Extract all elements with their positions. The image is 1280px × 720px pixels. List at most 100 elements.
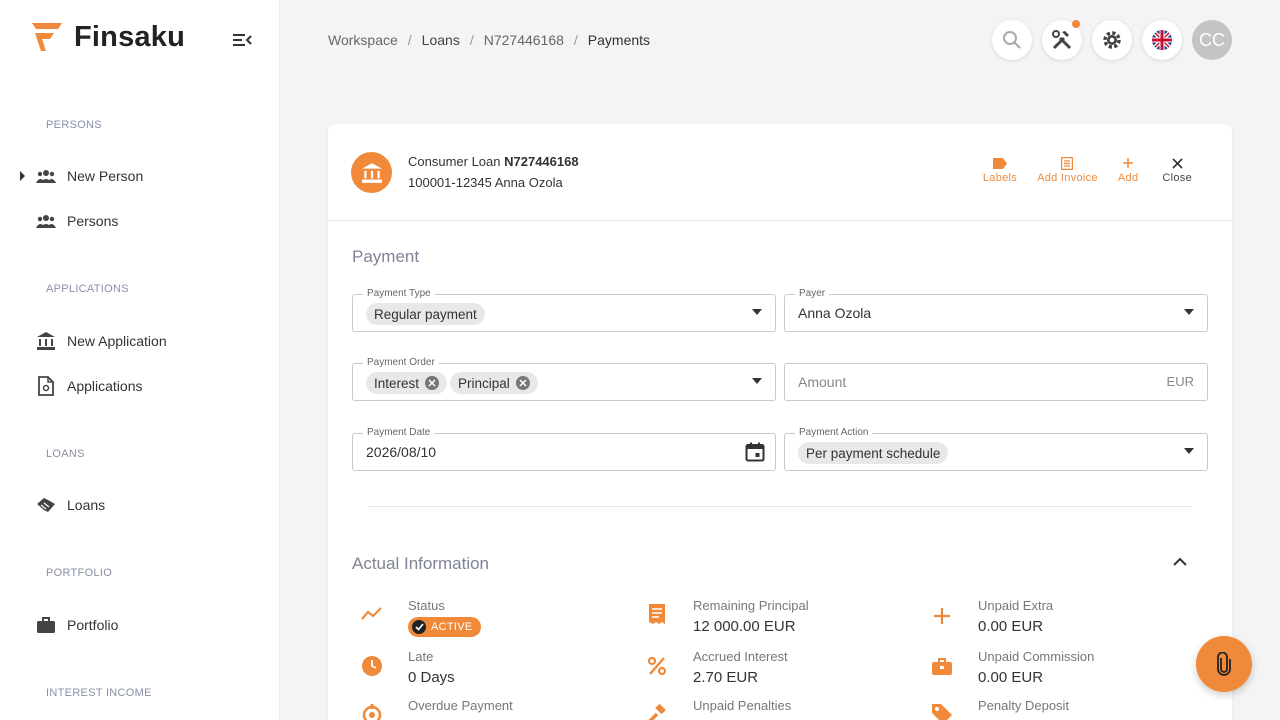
status-label: Status bbox=[408, 598, 445, 613]
payment-date-label: Payment Date bbox=[363, 427, 435, 439]
breadcrumb: Workspace / Loans / N727446168 / Payment… bbox=[328, 32, 650, 48]
gear-icon bbox=[1103, 31, 1121, 49]
add-invoice-label: Add Invoice bbox=[1037, 172, 1098, 184]
loan-actions: Labels Add Invoice Add Close bbox=[983, 154, 1192, 184]
logo[interactable]: Finsaku bbox=[30, 20, 185, 54]
breadcrumb-loan-number[interactable]: N727446168 bbox=[484, 32, 564, 48]
add-invoice-button[interactable]: Add Invoice bbox=[1037, 154, 1098, 184]
remaining-principal-value: 12 000.00 EUR bbox=[693, 618, 796, 635]
bank-icon bbox=[36, 331, 56, 351]
payment-action-chip: Per payment schedule bbox=[798, 442, 949, 464]
loan-card: Consumer Loan N727446168 100001-12345 An… bbox=[328, 124, 1232, 720]
uk-flag-icon bbox=[1152, 30, 1172, 50]
calendar-icon[interactable] bbox=[745, 442, 765, 462]
overdue-icon bbox=[360, 702, 384, 720]
late-value: 0 Days bbox=[408, 669, 455, 686]
payment-order-chip-principal: Principal bbox=[450, 372, 538, 394]
sidebar-item-label: Loans bbox=[67, 497, 106, 513]
sidebar-item-label: Portfolio bbox=[67, 617, 119, 633]
close-button[interactable]: Close bbox=[1162, 154, 1192, 184]
tag-icon bbox=[930, 702, 954, 720]
payment-order-label: Payment Order bbox=[363, 357, 439, 369]
breadcrumb-workspace[interactable]: Workspace bbox=[328, 32, 398, 48]
section-title-portfolio: PORTFOLIO bbox=[46, 567, 113, 579]
close-label: Close bbox=[1162, 172, 1192, 184]
notification-dot bbox=[1072, 20, 1080, 28]
section-title-interest-income: INTEREST INCOME bbox=[46, 687, 152, 699]
payment-action-select[interactable]: Payment Action Per payment schedule bbox=[784, 427, 1208, 471]
chip-label: Interest bbox=[374, 375, 420, 391]
breadcrumb-separator: / bbox=[573, 32, 578, 48]
loan-header: Consumer Loan N727446168 100001-12345 An… bbox=[328, 124, 1232, 221]
avatar[interactable]: CC bbox=[1192, 20, 1232, 60]
dropdown-arrow-icon bbox=[1184, 448, 1194, 454]
payment-section-title: Payment bbox=[352, 247, 420, 266]
search-icon bbox=[1003, 31, 1021, 49]
section-title-loans: LOANS bbox=[46, 448, 85, 460]
payment-date-input[interactable]: Payment Date 2026/08/10 bbox=[352, 427, 776, 471]
caret-right-icon bbox=[20, 171, 25, 181]
settings-button[interactable] bbox=[1092, 20, 1132, 60]
unpaid-extra-label: Unpaid Extra bbox=[978, 598, 1054, 613]
breadcrumb-loans[interactable]: Loans bbox=[422, 32, 460, 48]
document-icon bbox=[36, 376, 56, 396]
loan-type: Consumer Loan bbox=[408, 154, 501, 169]
sidebar-item-portfolio[interactable]: Portfolio bbox=[0, 607, 280, 643]
payer-select[interactable]: Payer Anna Ozola bbox=[784, 288, 1208, 332]
sidebar-item-label: New Application bbox=[67, 333, 167, 349]
section-title-persons: PERSONS bbox=[46, 119, 102, 131]
chip-remove-icon[interactable] bbox=[425, 376, 440, 390]
section-title-applications: APPLICATIONS bbox=[46, 283, 129, 295]
unpaid-extra-value: 0.00 EUR bbox=[978, 618, 1044, 635]
accrued-interest-label: Accrued Interest bbox=[693, 649, 788, 664]
overdue-label: Overdue Payment bbox=[408, 698, 513, 713]
sidebar-item-loans[interactable]: Loans bbox=[0, 487, 280, 523]
language-button[interactable] bbox=[1142, 20, 1182, 60]
late-label: Late bbox=[408, 649, 434, 664]
plus-icon bbox=[930, 604, 954, 628]
payment-type-select[interactable]: Payment Type Regular payment bbox=[352, 288, 776, 332]
breadcrumb-current: Payments bbox=[587, 32, 651, 48]
loan-number: N727446168 bbox=[504, 154, 579, 169]
label-icon bbox=[992, 157, 1007, 169]
amount-placeholder: Amount bbox=[798, 374, 847, 390]
sidebar-item-label: Persons bbox=[67, 213, 119, 229]
labels-button[interactable]: Labels bbox=[983, 154, 1017, 184]
bank-icon bbox=[351, 152, 392, 193]
add-button[interactable]: Add bbox=[1118, 154, 1138, 184]
payment-action-label: Payment Action bbox=[795, 427, 873, 439]
labels-label: Labels bbox=[982, 172, 1018, 184]
tools-button[interactable] bbox=[1042, 20, 1082, 60]
people-icon bbox=[36, 166, 56, 186]
chip-remove-icon[interactable] bbox=[515, 376, 530, 390]
sidebar-item-new-application[interactable]: New Application bbox=[0, 323, 280, 359]
amount-input[interactable]: Amount EUR bbox=[784, 363, 1208, 401]
chevron-up-icon[interactable] bbox=[1172, 556, 1188, 568]
paperclip-icon bbox=[1217, 652, 1231, 676]
percent-icon bbox=[645, 654, 669, 678]
dropdown-arrow-icon bbox=[1184, 309, 1194, 315]
search-button[interactable] bbox=[992, 20, 1032, 60]
finsaku-logo-icon bbox=[32, 23, 62, 51]
payer-value: Anna Ozola bbox=[798, 305, 872, 321]
clock-icon bbox=[360, 654, 384, 678]
actual-info-title: Actual Information bbox=[352, 554, 490, 573]
tools-icon bbox=[1052, 30, 1072, 50]
penalty-deposit-label: Penalty Deposit bbox=[978, 698, 1070, 713]
sidebar-item-new-person[interactable]: New Person bbox=[0, 158, 280, 194]
dropdown-arrow-icon bbox=[752, 378, 762, 384]
attach-button[interactable] bbox=[1196, 636, 1252, 692]
people-icon bbox=[36, 211, 56, 231]
loan-title: Consumer Loan N727446168 bbox=[408, 154, 579, 169]
menu-collapse-icon[interactable] bbox=[232, 30, 252, 50]
handshake-icon bbox=[36, 495, 56, 515]
amount-currency: EUR bbox=[1166, 374, 1194, 389]
add-label: Add bbox=[1117, 172, 1139, 184]
payment-type-chip: Regular payment bbox=[366, 303, 485, 325]
unpaid-penalties-label: Unpaid Penalties bbox=[693, 698, 792, 713]
payment-order-select[interactable]: Payment Order Interest Principal bbox=[352, 357, 776, 401]
sidebar-item-persons[interactable]: Persons bbox=[0, 203, 280, 239]
sidebar-item-applications[interactable]: Applications bbox=[0, 368, 280, 404]
status-badge: ACTIVE bbox=[408, 617, 481, 637]
remaining-principal-label: Remaining Principal bbox=[693, 598, 809, 613]
